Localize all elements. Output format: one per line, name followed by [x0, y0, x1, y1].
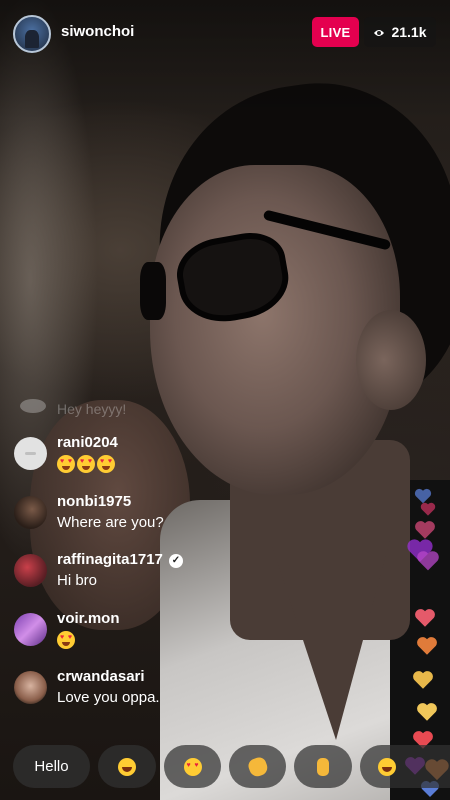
heart-eyes-emoji: [57, 631, 75, 649]
comment-text: Hi bro: [57, 572, 98, 589]
reaction-thumbs-up-button[interactable]: [294, 745, 352, 788]
comment-item: raffinagita1717 ✓ Hi bro: [12, 550, 292, 598]
comment-faded: Hey heyyy!: [12, 396, 262, 422]
comment-username[interactable]: voir.mon: [57, 610, 120, 627]
avatar[interactable]: [14, 671, 47, 704]
eye-icon: [373, 26, 385, 38]
comment-emojis: [57, 455, 117, 474]
avatar[interactable]: [14, 496, 47, 529]
comment-item: crwandasari Love you oppa.: [12, 667, 292, 715]
reaction-laugh-button-2[interactable]: [360, 745, 450, 788]
waving-hand-icon: [245, 754, 270, 779]
reaction-wave-button[interactable]: [229, 745, 286, 788]
comment-emojis: [57, 631, 77, 650]
floating-heart-icon: [416, 702, 438, 722]
avatar[interactable]: [14, 554, 47, 587]
floating-heart-icon: [414, 608, 436, 628]
comment-username[interactable]: raffinagita1717 ✓: [57, 551, 183, 568]
viewer-count-badge[interactable]: 21.1k: [364, 17, 436, 47]
avatar[interactable]: [14, 613, 47, 646]
broadcaster-username[interactable]: siwonchoi: [61, 23, 134, 40]
comment-item: nonbi1975 Where are you?: [12, 492, 292, 540]
avatar[interactable]: [14, 437, 47, 470]
floating-heart-icon: [414, 520, 436, 540]
heart-eyes-emoji: [57, 455, 75, 473]
verified-badge-icon: ✓: [168, 554, 183, 568]
live-header: siwonchoi LIVE 21.1k: [0, 0, 450, 64]
comment-username[interactable]: nonbi1975: [57, 493, 131, 510]
live-badge: LIVE: [312, 17, 359, 47]
comment-username[interactable]: rani0204: [57, 434, 118, 451]
heart-eyes-emoji: [97, 455, 115, 473]
heart-eyes-emoji-icon: [183, 757, 202, 776]
reaction-hello-button[interactable]: Hello: [13, 745, 90, 788]
video-ear: [356, 310, 426, 410]
comment-username-text: raffinagita1717: [57, 551, 163, 568]
thumbs-up-icon: [317, 757, 329, 776]
comment-item: rani0204: [12, 433, 292, 481]
floating-heart-icon: [412, 670, 434, 690]
floating-heart-icon: [420, 502, 436, 516]
floating-heart-icon: [416, 550, 440, 572]
comment-item: voir.mon: [12, 609, 292, 657]
quick-reactions-bar: Hello: [0, 745, 450, 790]
floating-heart-icon: [416, 636, 438, 656]
heart-eyes-emoji: [77, 455, 95, 473]
viewer-count: 21.1k: [391, 24, 427, 40]
reaction-heart-eyes-button[interactable]: [164, 745, 221, 788]
video-glasses-lens-far: [140, 262, 166, 320]
laughing-emoji-icon: [378, 757, 396, 776]
comment-text: Where are you?: [57, 514, 164, 531]
reaction-laugh-button[interactable]: [98, 745, 156, 788]
broadcaster-avatar[interactable]: [13, 15, 51, 53]
laughing-emoji-icon: [118, 757, 136, 776]
reaction-label: Hello: [34, 758, 69, 775]
comment-text: Hey heyyy!: [57, 401, 127, 417]
comment-text: Love you oppa.: [57, 689, 160, 706]
avatar: [20, 399, 46, 413]
comment-username[interactable]: crwandasari: [57, 668, 145, 685]
